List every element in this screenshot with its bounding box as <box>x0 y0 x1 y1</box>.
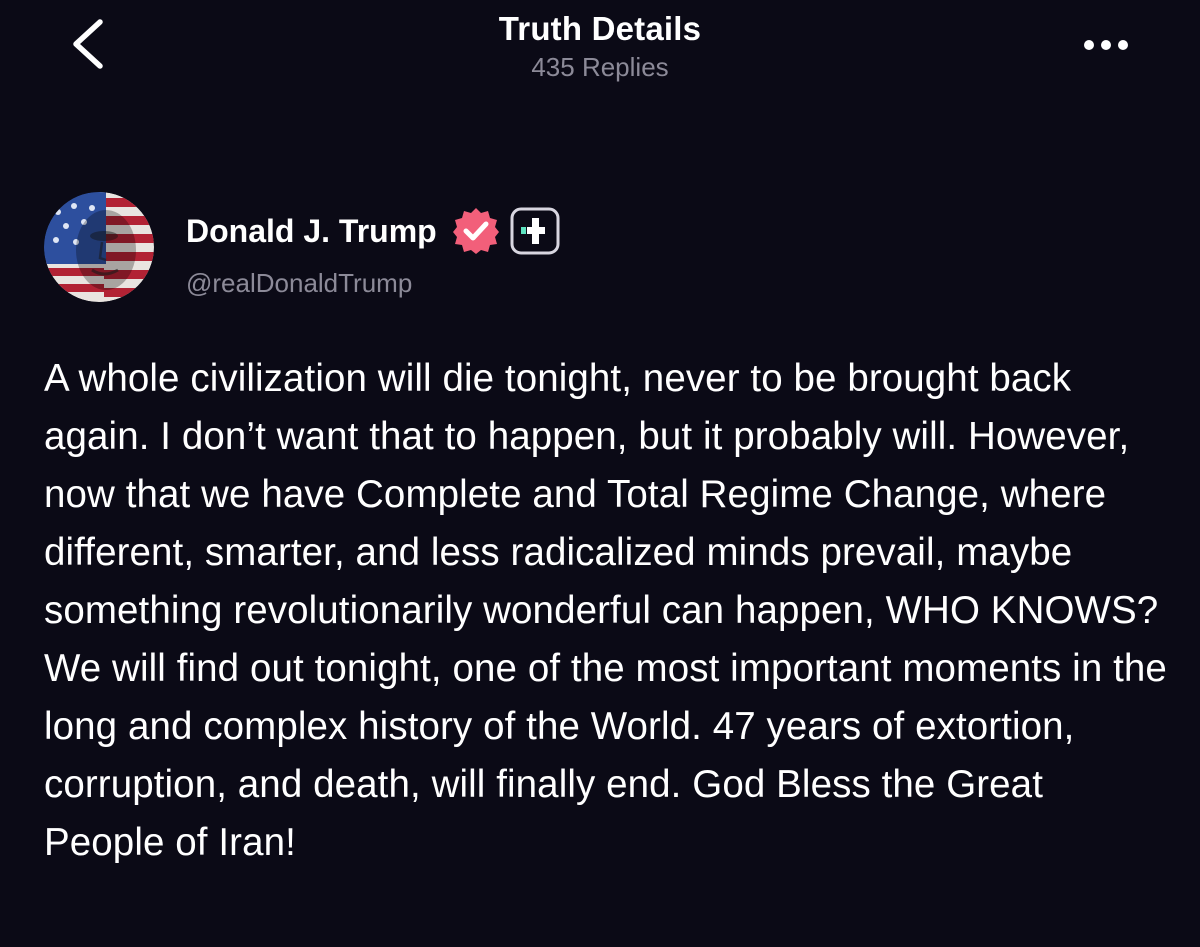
top-navigation-bar: Truth Details 435 Replies <box>0 0 1200 100</box>
truth-plus-icon <box>509 206 561 256</box>
post-body-text: A whole civilization will die tonight, n… <box>44 357 1167 864</box>
back-button[interactable] <box>62 14 118 74</box>
post-author: Donald J. Trump @realDonaldTrump <box>44 192 1144 312</box>
more-options-button[interactable] <box>1076 30 1136 60</box>
flag-portrait-avatar-icon <box>44 192 154 302</box>
author-display-name[interactable]: Donald J. Trump <box>186 213 437 250</box>
header-title-group: Truth Details 435 Replies <box>300 10 900 84</box>
avatar[interactable] <box>44 192 154 302</box>
page-title: Truth Details <box>498 10 702 47</box>
replies-count: 435 Replies <box>531 52 669 82</box>
author-name-row: Donald J. Trump <box>186 206 561 256</box>
chevron-left-icon <box>73 19 103 69</box>
more-horizontal-icon <box>1084 40 1128 50</box>
verified-badge-icon <box>451 206 501 256</box>
author-handle[interactable]: @realDonaldTrump <box>186 268 412 299</box>
